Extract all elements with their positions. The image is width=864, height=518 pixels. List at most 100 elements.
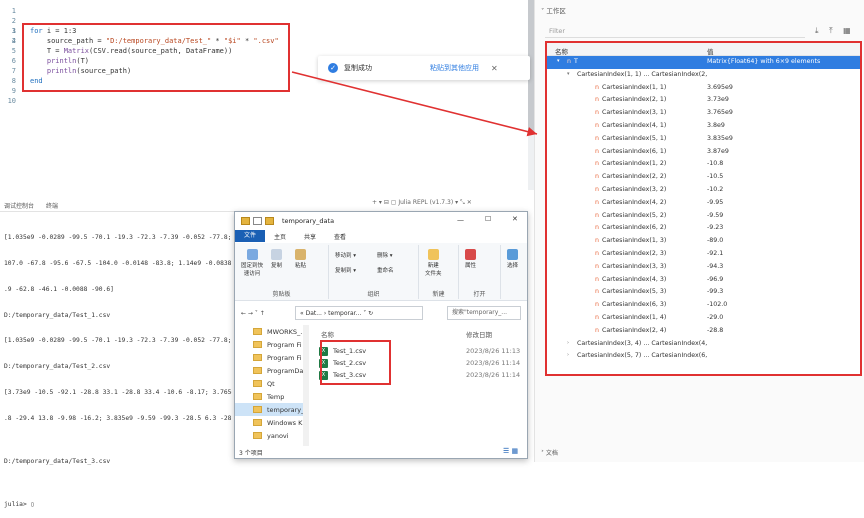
select-button[interactable]: 选择 (507, 249, 518, 269)
variable-name: n CartesianIndex(1, 3) (595, 237, 666, 244)
delete-button[interactable]: 删除 ▾ (377, 251, 393, 259)
clipboard-group: 固定到快 速访问 复制 粘贴 剪贴板 (235, 245, 329, 299)
select-icon (507, 249, 518, 260)
properties-icon[interactable] (253, 217, 262, 225)
chevron-down-icon[interactable]: ▾ (567, 71, 570, 77)
maximize-button[interactable]: ☐ (485, 215, 491, 223)
nav-item-selected[interactable]: temporary_ (235, 403, 309, 416)
pin-quick-access-button[interactable]: 固定到快 速访问 (241, 249, 263, 277)
properties-button[interactable]: 属性 (465, 249, 476, 269)
variable-name-text: CartesianIndex(5, 3) (602, 288, 667, 296)
number-type-icon: n (595, 109, 599, 117)
paste-button[interactable]: 粘贴 (295, 249, 306, 269)
nav-item[interactable]: Program Fi (235, 351, 309, 364)
repl-toolbar[interactable]: + ▾ ⊟ ▢ Julia REPL (v1.7.3) ▾ ⤡ ✕ (372, 199, 472, 207)
tab-terminal[interactable]: 终端 (46, 201, 58, 210)
variable-name-text: CartesianIndex(2, 3) (602, 250, 667, 257)
copy-to-button[interactable]: 复制到 ▾ (335, 266, 356, 274)
column-name[interactable]: 名称 (321, 329, 334, 339)
table-row[interactable]: n CartesianIndex(1, 1) 3.695e9 (547, 82, 860, 95)
table-row[interactable]: n CartesianIndex(2, 2) -10.5 (547, 171, 860, 184)
nav-arrows[interactable]: ← → ˅ ↑ (241, 310, 265, 317)
group-label: 新建 (432, 291, 445, 298)
index-group-row[interactable]: ▾ CartesianIndex(1, 1) ... CartesianIndex… (547, 69, 860, 82)
table-row[interactable]: n CartesianIndex(6, 3) -102.0 (547, 299, 860, 312)
copy-button[interactable]: 复制 (271, 249, 282, 269)
close-icon[interactable]: ✕ (491, 64, 498, 73)
nav-item[interactable]: Program Fi (235, 338, 309, 351)
table-row[interactable]: n CartesianIndex(3, 1) 3.765e9 (547, 107, 860, 120)
table-row[interactable]: n CartesianIndex(2, 1) 3.73e9 (547, 94, 860, 107)
variable-name-text: CartesianIndex(5, 2) (602, 211, 667, 219)
close-button[interactable]: ✕ (512, 215, 518, 223)
table-row[interactable]: n CartesianIndex(1, 3) -89.0 (547, 235, 860, 248)
line-number: 1 (11, 7, 16, 15)
line-number: 7 (11, 67, 16, 75)
view-toggle-icons[interactable]: ☰ ▦ (503, 447, 518, 455)
tab-file[interactable]: 文件 (235, 230, 265, 242)
repl-prompt[interactable]: julia> ▯ (4, 501, 232, 510)
index-group-row[interactable]: › CartesianIndex(5, 7) ... CartesianIndex… (547, 350, 860, 363)
paste-label: 粘贴 (295, 263, 307, 269)
table-row[interactable]: n CartesianIndex(4, 1) 3.8e9 (547, 120, 860, 133)
tab-debug-console[interactable]: 调试控制台 (4, 201, 34, 210)
table-row[interactable]: n CartesianIndex(2, 4) -28.8 (547, 325, 860, 338)
nav-item[interactable]: Windows K (235, 416, 309, 429)
variable-name: n CartesianIndex(2, 1) (595, 96, 666, 103)
repl-line: .9 -62.8 -46.1 -0.0088 -90.6] (4, 285, 114, 293)
line-number: 10 (7, 97, 16, 105)
nav-item[interactable]: MWORKS_... (235, 325, 309, 338)
minimize-button[interactable]: — (457, 216, 464, 224)
table-row[interactable]: n CartesianIndex(3, 2) -10.2 (547, 184, 860, 197)
code-editor[interactable]: 1 2 1 2 3 4 5 6 7 8 9 10 for i = 1:3 sou… (0, 0, 528, 190)
file-list-header: 名称 修改日期 (315, 327, 527, 339)
table-row[interactable]: n CartesianIndex(6, 2) -9.23 (547, 222, 860, 235)
nav-item[interactable]: Temp (235, 390, 309, 403)
number-type-icon: n (595, 288, 599, 296)
search-input[interactable]: 搜索"temporary_... (447, 306, 521, 320)
table-row[interactable]: n CartesianIndex(2, 3) -92.1 (547, 248, 860, 261)
variable-name: n CartesianIndex(4, 1) (595, 122, 666, 129)
move-to-button[interactable]: 移动到 ▾ (335, 251, 356, 259)
title-bar[interactable]: temporary_data (235, 212, 527, 230)
index-group-row[interactable]: › CartesianIndex(3, 4) ... CartesianIndex… (547, 338, 860, 351)
nav-item[interactable]: Qt (235, 377, 309, 390)
filter-input[interactable]: Filter (545, 24, 805, 38)
folder-icon (253, 341, 262, 348)
table-row[interactable]: n CartesianIndex(5, 3) -99.3 (547, 286, 860, 299)
table-row[interactable]: n CartesianIndex(1, 4) -29.0 (547, 312, 860, 325)
rename-button[interactable]: 重命名 (377, 266, 394, 274)
file-date: 2023/8/26 11:14 (466, 359, 521, 367)
variable-name: n CartesianIndex(2, 3) (595, 250, 666, 257)
nav-item[interactable]: ProgramDa (235, 364, 309, 377)
column-date[interactable]: 修改日期 (466, 329, 492, 339)
table-row[interactable]: n CartesianIndex(4, 3) -96.9 (547, 274, 860, 287)
chevron-right-icon[interactable]: › (567, 352, 569, 358)
variable-value: -10.8 (707, 160, 724, 168)
tab-home[interactable]: 主页 (265, 232, 295, 241)
docs-section[interactable]: ˃ 文档 (541, 448, 558, 457)
table-row[interactable]: n CartesianIndex(4, 2) -9.95 (547, 197, 860, 210)
new-folder-button[interactable]: 新建 文件夹 (425, 249, 442, 277)
workspace-title[interactable]: ˅ 工作区 (541, 5, 566, 15)
tab-share[interactable]: 共享 (295, 232, 325, 241)
table-row[interactable]: n CartesianIndex(1, 2) -10.8 (547, 158, 860, 171)
variable-row-T[interactable]: ▾ n T Matrix{Float64} with 6×9 elements (547, 56, 860, 69)
table-row[interactable]: n CartesianIndex(6, 1) 3.87e9 (547, 146, 860, 159)
table-row[interactable]: n CartesianIndex(5, 1) 3.835e9 (547, 133, 860, 146)
new-folder-icon[interactable] (265, 217, 274, 225)
variable-value: 3.695e9 (707, 83, 733, 91)
nav-item[interactable]: yanovi (235, 429, 309, 442)
address-bar-row: ← → ˅ ↑ « Dat... › temporar... ˅ ↻ 搜索"te… (235, 303, 527, 323)
chevron-right-icon[interactable]: › (567, 340, 569, 346)
table-row[interactable]: n CartesianIndex(5, 2) -9.59 (547, 210, 860, 223)
table-row[interactable]: n CartesianIndex(3, 3) -94.3 (547, 261, 860, 274)
address-bar[interactable]: « Dat... › temporar... ˅ ↻ (295, 306, 423, 320)
tab-view[interactable]: 查看 (325, 232, 355, 241)
repl-output[interactable]: [1.035e9 -0.0289 -99.5 -70.1 -19.3 -72.3… (4, 217, 232, 518)
chevron-down-icon[interactable]: ▾ (557, 58, 560, 64)
paste-to-other-app-link[interactable]: 粘贴到其他应用 (430, 63, 479, 73)
variable-value: -28.8 (707, 326, 724, 334)
workspace-tool-icons[interactable]: ⤓ ⤒ ▦ (815, 26, 855, 36)
nav-scrollbar[interactable] (303, 325, 309, 446)
